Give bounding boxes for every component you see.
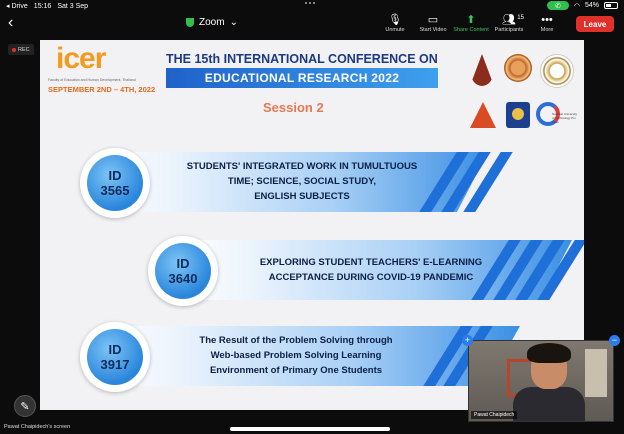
university-emblem-4-icon [470,102,496,128]
meeting-toolbar: ‹ Zoom ⌄ 🎙︎ Unmute ▭ Start Video ⬆ Share… [0,12,624,38]
more-icon: ••• [541,14,553,26]
multitask-dots-icon[interactable] [305,2,315,4]
expand-video-icon[interactable]: + [462,335,473,346]
emblem-caption: National University of Technology Pin Th… [552,112,578,124]
paper-id: 3640 [168,270,198,286]
unmute-button[interactable]: 🎙︎ Unmute [376,13,414,33]
share-icon: ⬆ [466,14,476,26]
paper-id-badge: ID 3917 [80,322,150,392]
more-button[interactable]: ••• More [528,13,566,33]
participant-hair [527,343,571,363]
session-heading: Session 2 [263,100,324,115]
status-bar: ◂ Drive 15:16 Sat 3 Sep ✆ ◠ 54% [0,0,624,12]
university-emblem-2-icon [504,54,532,82]
call-active-icon[interactable]: ✆ [546,1,569,10]
paper-title: The Result of the Problem Solving throug… [199,335,393,376]
conference-banner: EDUCATIONAL RESEARCH 2022 [166,68,438,88]
participant-body [513,387,585,421]
university-emblem-1-icon [470,54,494,86]
record-dot-icon [12,47,16,52]
participant-name-label: Pawat Chaipidech [471,411,518,419]
university-emblem-5-icon [506,102,530,128]
status-date: Sat 3 Sep [57,2,89,10]
camera-off-icon: ▭ [427,14,439,26]
back-chevron-icon[interactable]: ‹ [8,14,13,32]
paper-title: STUDENTS' INTEGRATED WORK IN TUMULTUOUS … [186,161,418,202]
university-emblem-3-icon [540,54,574,88]
paper-title: EXPLORING STUDENT TEACHERS' E-LEARNING A… [259,257,483,283]
home-indicator[interactable] [230,427,390,431]
recording-badge: REC [8,44,34,55]
participants-icon: 👥︎ 15 [502,13,524,27]
app-title: Zoom [199,17,225,28]
annotate-pen-icon[interactable]: ✎ [14,395,36,417]
battery-percent: 54% [584,2,599,9]
screen-owner-label: Pawat Chaipidech's screen [4,424,71,430]
meeting-title[interactable]: Zoom ⌄ [186,17,238,28]
participants-count: 15 [517,15,524,21]
zoom-meeting-screen: ◂ Drive 15:16 Sat 3 Sep ✆ ◠ 54% ‹ Zoom ⌄… [0,0,624,434]
share-content-button[interactable]: ⬆ Share Content [452,13,490,33]
wifi-icon: ◠ [573,2,580,10]
paper-id: 3565 [100,182,130,198]
background-shelf [585,349,607,397]
microphone-muted-icon: 🎙︎ [388,14,402,26]
collapse-video-icon[interactable]: − [609,335,620,346]
shield-icon [186,18,194,27]
conference-title: THE 15th INTERNATIONAL CONFERENCE ON [166,52,438,66]
back-to-app-link[interactable]: ◂ Drive [6,2,28,10]
participant-video-tile[interactable]: Pawat Chaipidech [468,340,614,422]
icer-logo: icer Faculty of Education and Human Deve… [48,42,156,94]
start-video-button[interactable]: ▭ Start Video [414,13,452,33]
chevron-down-icon: ⌄ [229,17,238,28]
battery-icon [604,2,618,9]
paper-id: 3917 [100,356,130,372]
paper-id-badge: ID 3640 [148,236,218,306]
leave-button[interactable]: Leave [576,16,614,32]
paper-id-badge: ID 3565 [80,148,150,218]
status-time: 15:16 [33,2,52,10]
participants-button[interactable]: 👥︎ 15 Participants [490,13,528,33]
